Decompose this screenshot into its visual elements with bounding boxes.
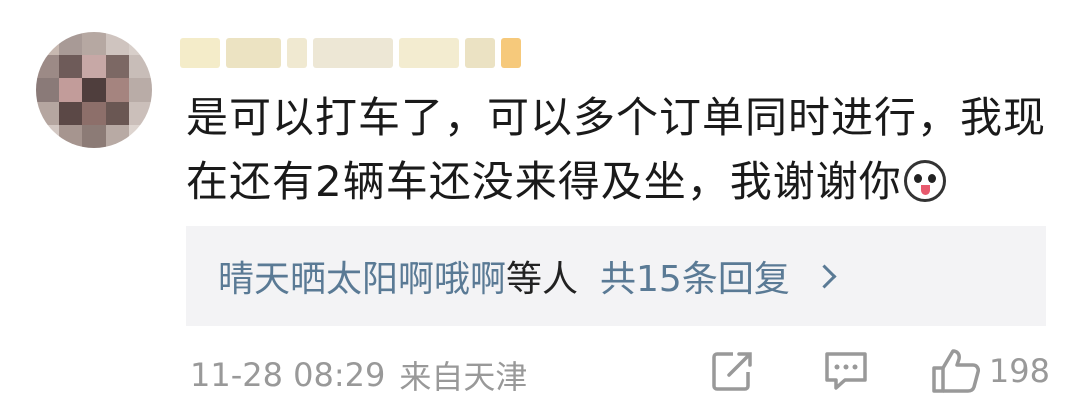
reply-users-link[interactable]: 晴天晒太阳啊哦啊 (218, 250, 506, 302)
comment-meta: 11-28 08:29 来自天津 (190, 352, 527, 398)
comment-location: 来自天津 (399, 358, 528, 396)
avatar-blurred[interactable] (36, 32, 152, 148)
comment-actions: 198 (709, 346, 1050, 396)
like-count: 198 (988, 352, 1050, 390)
comment-text: 是可以打车了，可以多个订单同时进行，我现在还有2辆车还没来得及坐，我谢谢你 (186, 86, 1056, 214)
chevron-right-icon (812, 263, 837, 289)
comment-date: 11-28 08:29 (190, 356, 386, 394)
reply-users-suffix: 等人 (506, 259, 579, 300)
reply-count-link[interactable]: 共15条回复 (600, 250, 790, 302)
username-blurred[interactable] (180, 34, 525, 72)
thumbs-up-icon[interactable] (929, 346, 983, 396)
replies-preview[interactable]: 晴天晒太阳啊哦啊 等人 共15条回复 (186, 226, 1046, 326)
share-icon[interactable] (709, 348, 759, 394)
comment-icon[interactable] (821, 348, 871, 394)
laughing-dog-face-icon (903, 160, 946, 202)
